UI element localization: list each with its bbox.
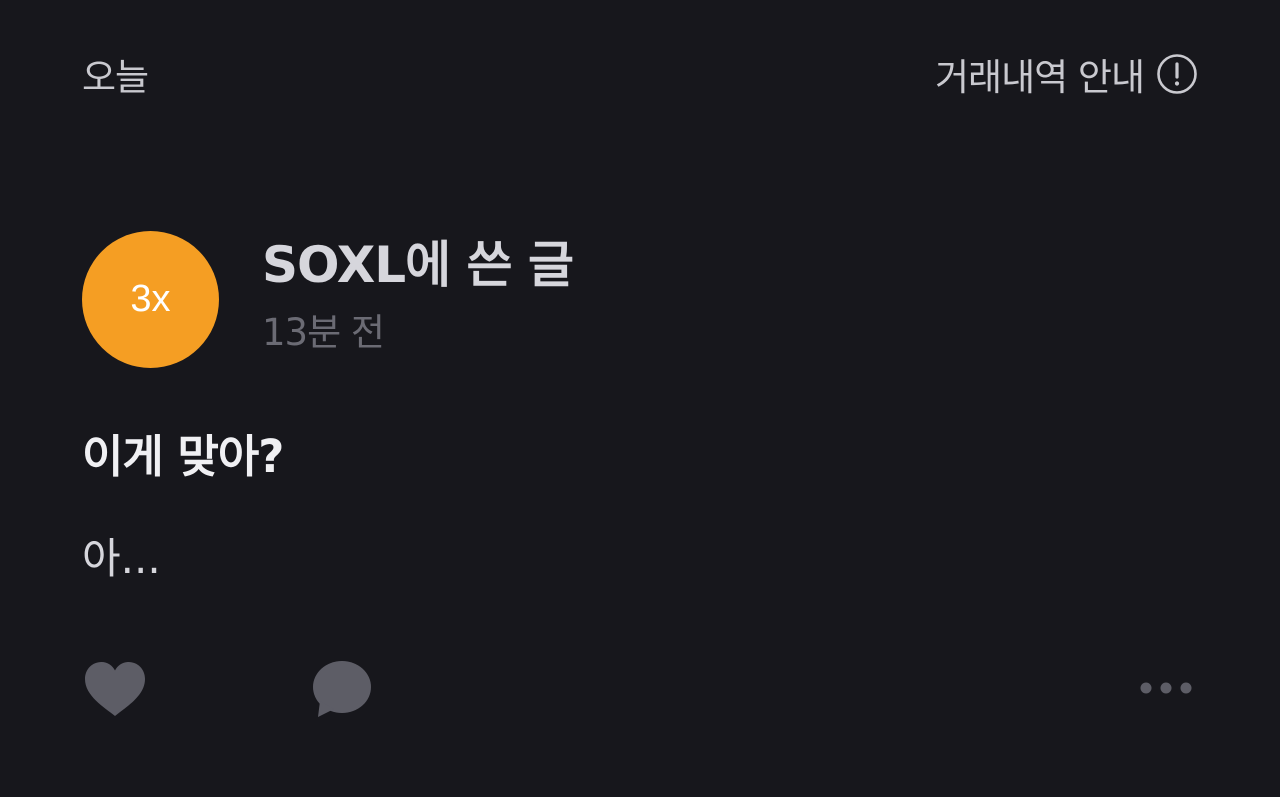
post-body: 아...	[82, 534, 161, 583]
post-timestamp: 13분 전	[262, 311, 385, 354]
heart-icon	[85, 662, 145, 716]
date-label: 오늘	[82, 56, 149, 99]
post-header: 3x SOXL에 쓴 글 13분 전	[82, 231, 574, 368]
transaction-guide-label: 거래내역 안내	[934, 56, 1145, 99]
page: 오늘 거래내역 안내 3x SOXL에 쓴 글 13분 전 이게 맞아? 아..…	[0, 0, 1280, 797]
more-horizontal-icon	[1140, 682, 1192, 694]
avatar[interactable]: 3x	[82, 231, 219, 368]
top-bar: 오늘 거래내역 안내	[82, 44, 1198, 104]
post-actions	[82, 660, 1192, 720]
more-options-button[interactable]	[1140, 678, 1192, 698]
author-block: SOXL에 쓴 글 13분 전	[262, 233, 574, 355]
like-button[interactable]	[82, 660, 148, 718]
post-title: 이게 맞아?	[82, 430, 284, 483]
comment-button[interactable]	[310, 660, 374, 720]
author-title[interactable]: SOXL에 쓴 글	[262, 233, 574, 297]
speech-bubble-icon	[313, 661, 371, 717]
transaction-guide-button[interactable]: 거래내역 안내	[935, 47, 1198, 101]
avatar-label: 3x	[130, 278, 171, 320]
info-icon	[1156, 53, 1198, 95]
